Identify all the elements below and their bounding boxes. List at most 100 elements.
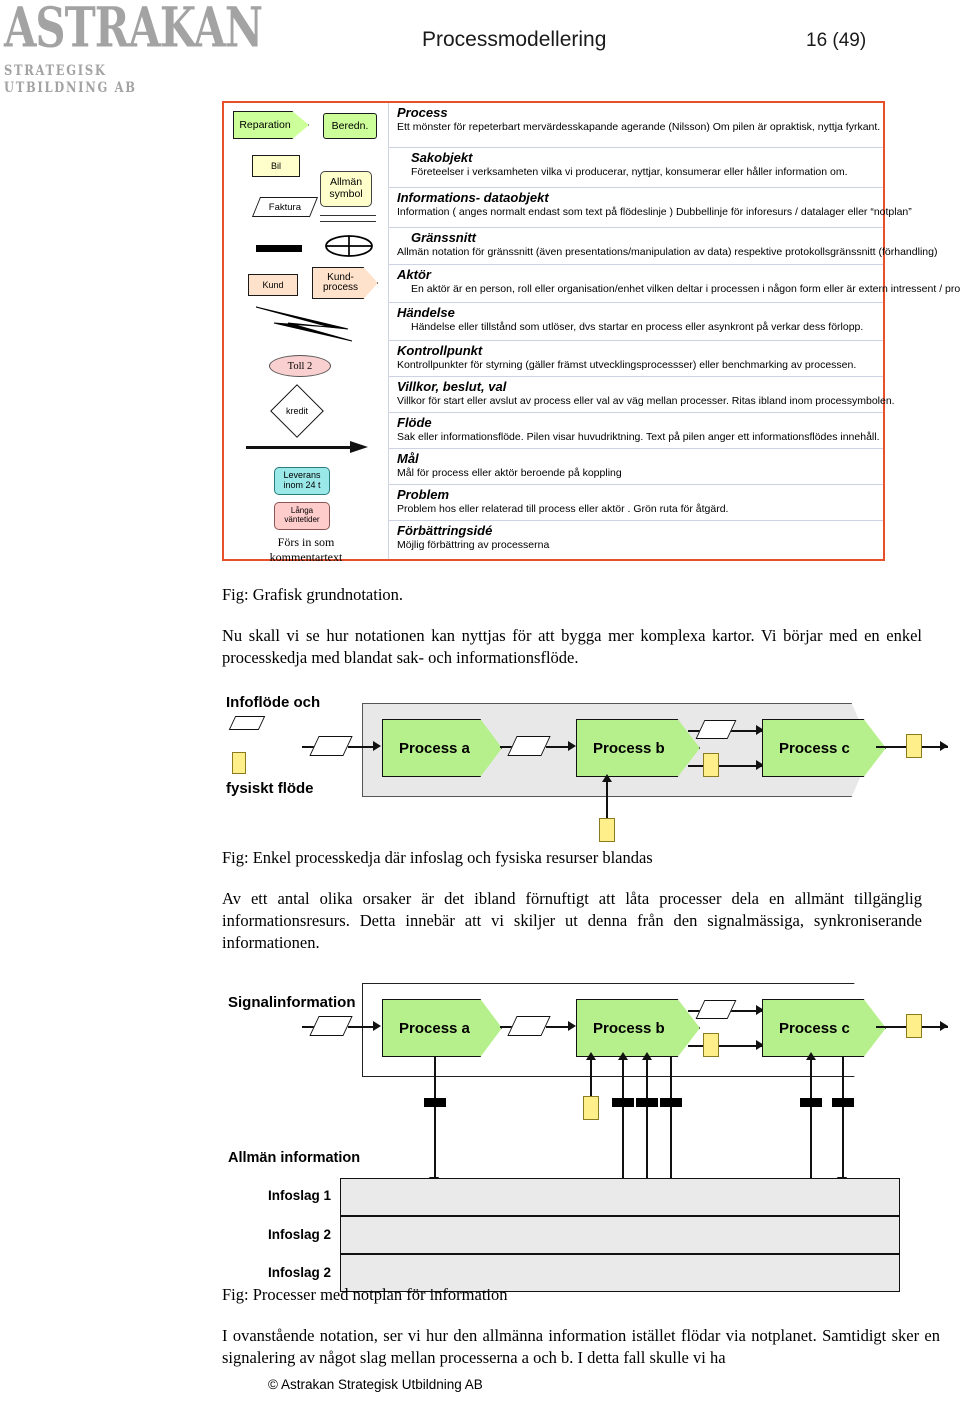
legend-row: Sakobjekt Företeelser i verksamheten vil… xyxy=(389,148,883,188)
legend-row-desc: Kontrollpunkter för styrning (gäller frä… xyxy=(397,359,857,372)
notplan-row-label: Infoslag 2 xyxy=(268,1265,332,1280)
diagram1-b-input-physical-box xyxy=(599,818,615,842)
legend-row-title: Händelse xyxy=(397,305,455,320)
notplan-title: Allmän information xyxy=(228,1150,361,1166)
diagram2-label-signalinformation: Signalinformation xyxy=(228,994,356,1011)
diagram1-out-physical-box xyxy=(906,734,922,758)
notation-legend-figure: Reparation Beredn. Bil Allmän symbol Fak… xyxy=(222,101,960,564)
symbol-kund-box: Kund xyxy=(248,274,298,296)
diagram1-process-c: Process c xyxy=(762,719,886,777)
diagram2-line-in2 xyxy=(348,1026,376,1028)
symbol-process-chevron: Reparation xyxy=(233,111,309,139)
diagram1-arrow-b-input xyxy=(602,774,612,782)
legend-row: Process Ett mönster för repeterbart merv… xyxy=(389,103,883,148)
legend-row: Gränssnitt Allmän notation för gränssnit… xyxy=(389,228,938,265)
diagram2-out-physical-box xyxy=(906,1014,922,1038)
legend-row-title: Villkor, beslut, val xyxy=(397,379,507,394)
diagram2-interface-bar-c1 xyxy=(800,1098,822,1107)
symbol-faktura-parallelogram: Faktura xyxy=(251,197,319,217)
diagram2-in-parallelogram xyxy=(309,1016,353,1036)
symbol-kontrollpunkt-ellipse: Toll 2 xyxy=(269,355,331,377)
diagram1-line-b-input xyxy=(606,778,608,820)
symbol-forbattring-note: Förs in som kommentartext xyxy=(269,535,343,564)
legend-row-title: Process xyxy=(397,105,448,120)
symbol-sakobjekt-box: Bil xyxy=(252,155,300,177)
legend-row-desc: Villkor för start eller avslut av proces… xyxy=(397,395,895,408)
legend-row: Aktör En aktör är en person, roll eller … xyxy=(389,265,960,303)
diagram1-process-a: Process a xyxy=(382,719,502,777)
legend-row-title: Mål xyxy=(397,451,419,466)
company-logo: ASTRAKAN STRATEGISK UTBILDNING AB xyxy=(4,0,263,96)
symbol-interface-bar xyxy=(256,245,302,252)
diagram2-arrow-in xyxy=(373,1021,381,1031)
legend-row-title: Problem xyxy=(397,487,450,502)
notplan-row-label: Infoslag 1 xyxy=(268,1188,332,1203)
diagram1-bc-physical-box xyxy=(703,753,719,777)
symbol-double-line xyxy=(320,215,376,222)
page-title: Processmodellering xyxy=(422,28,607,51)
diagram1-arrow-out xyxy=(940,741,948,751)
footer-copyright: © Astrakan Strategisk Utbildning AB xyxy=(268,1377,483,1392)
logo-tagline: STRATEGISK UTBILDNING AB xyxy=(4,61,137,96)
legend-row-title: Kontrollpunkt xyxy=(397,343,483,358)
diagram1-process-b: Process b xyxy=(576,719,700,777)
legend-row: Villkor, beslut, val Villkor för start e… xyxy=(389,377,895,413)
legend-row-desc: Information ( anges normalt endast som t… xyxy=(397,206,912,219)
diagram2-conn-c-out xyxy=(842,1056,844,1184)
notplan-row-label: Infoslag 2 xyxy=(268,1227,332,1242)
legend-row-desc: En aktör är en person, roll eller organi… xyxy=(411,283,960,296)
diagram2-bc-physical-box xyxy=(703,1033,719,1057)
legend-row-title: Flöde xyxy=(397,415,432,430)
legend-row: Informations- dataobjekt Information ( a… xyxy=(389,188,912,228)
diagram1-legend-physical-box xyxy=(232,752,246,774)
paragraph-1: Nu skall vi se hur notationen kan nyttja… xyxy=(222,626,922,667)
diagram2-interface-bar-b3 xyxy=(660,1098,682,1107)
diagram1-arrow-ab xyxy=(568,741,576,751)
diagram2-conn-b-physical xyxy=(590,1056,592,1098)
legend-row-title: Informations- dataobjekt xyxy=(397,190,549,205)
diagram2-process-a: Process a xyxy=(382,999,502,1057)
diagram-signalinformation-notplan: Signalinformation Process a Process b Pr… xyxy=(210,970,950,1292)
legend-row: Flöde Sak eller informationsflöde. Pilen… xyxy=(389,413,883,449)
symbol-handelse-lightning-arrow xyxy=(255,306,353,342)
diagram2-conn-a-down xyxy=(434,1056,436,1184)
paragraph-2: Av ett antal olika orsaker är det ibland… xyxy=(222,889,922,952)
diagram2-arrow-b-in1 xyxy=(618,1052,628,1060)
diagram2-interface-bar-a xyxy=(424,1098,446,1107)
legend-row-desc: Problem hos eller relaterad till process… xyxy=(397,503,729,516)
legend-row-title: Förbättringsidé xyxy=(397,523,493,538)
figure-caption-1: Fig: Grafisk grundnotation. xyxy=(222,585,404,604)
diagram2-arrow-out xyxy=(940,1021,948,1031)
legend-row: Kontrollpunkt Kontrollpunkter för styrni… xyxy=(389,341,883,377)
diagram2-conn-b-in1 xyxy=(622,1056,624,1190)
diagram1-label-infoflode: Infoflöde och xyxy=(226,694,321,711)
diagram2-arrow-b-in2 xyxy=(642,1052,652,1060)
diagram1-line-bc-lower xyxy=(688,765,762,767)
legend-row-desc: Allmän notation för gränssnitt (även pre… xyxy=(397,246,938,259)
diagram1-in-parallelogram xyxy=(309,736,353,756)
legend-row-desc: Händelse eller tillstånd som utlöser, dv… xyxy=(411,321,864,334)
paragraph-3: I ovanstående notation, ser vi hur den a… xyxy=(222,1326,940,1367)
diagram2-arrow-c-in xyxy=(806,1052,816,1060)
symbol-allman-box: Allmän symbol xyxy=(320,171,372,207)
figure-caption-2: Fig: Enkel processkedja där infoslag och… xyxy=(222,848,653,867)
symbol-mal-box: Leverans inom 24 t xyxy=(274,467,330,495)
legend-row-desc: Möjlig förbättring av processerna xyxy=(397,539,550,552)
diagram1-legend-info-parallelogram xyxy=(228,716,266,730)
legend-row: Problem Problem hos eller relaterad till… xyxy=(389,485,883,521)
legend-row-desc: Ett mönster för repeterbart mervärdesska… xyxy=(397,121,881,134)
legend-row-desc: Företeelser i verksamheten vilka vi prod… xyxy=(411,166,848,179)
diagram2-process-b: Process b xyxy=(576,999,700,1057)
notplan-row-track xyxy=(340,1178,900,1216)
symbol-kundprocess-chevron: Kund- process xyxy=(312,267,378,299)
symbol-process-box: Beredn. xyxy=(323,113,377,139)
legend-definition-column: Process Ett mönster för repeterbart merv… xyxy=(389,103,960,559)
diagram1-arrow-in xyxy=(373,741,381,751)
symbol-flode-arrow xyxy=(246,441,370,453)
diagram2-b-physical-box xyxy=(583,1096,599,1120)
diamond-label: kredit xyxy=(285,406,308,416)
legend-row-title: Sakobjekt xyxy=(411,150,473,165)
diagram2-interface-bar-b1 xyxy=(612,1098,634,1107)
legend-symbol-column: Reparation Beredn. Bil Allmän symbol Fak… xyxy=(224,103,389,564)
diagram2-arrow-b-physical xyxy=(586,1052,596,1060)
